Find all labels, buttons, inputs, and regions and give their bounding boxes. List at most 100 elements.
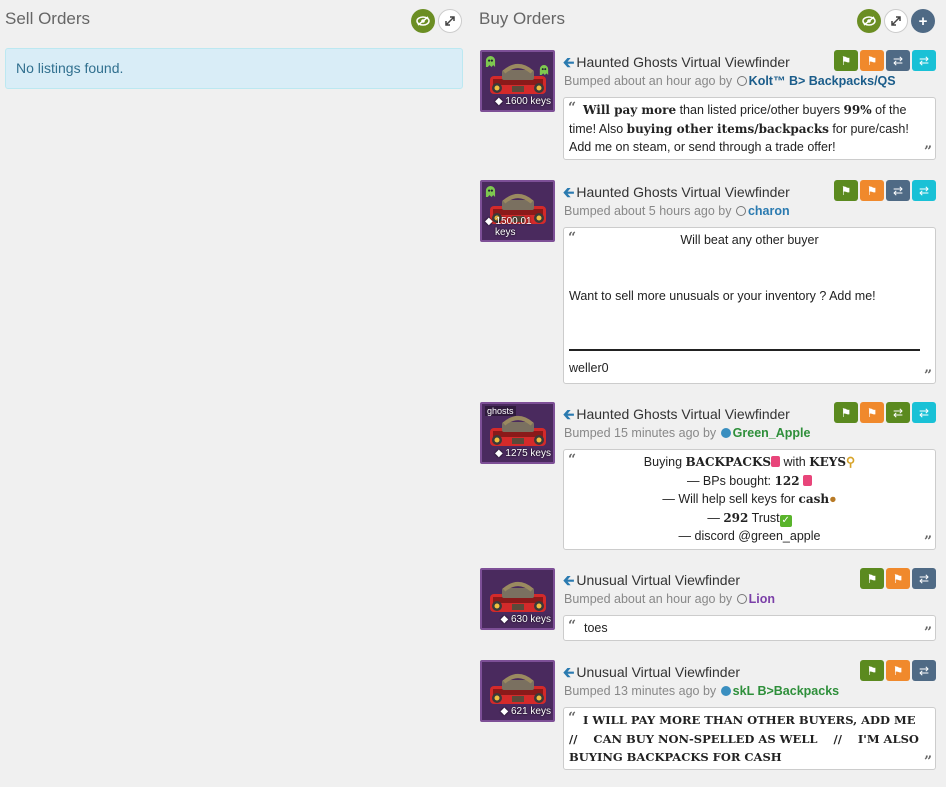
exchange-icon[interactable]: ⇄ xyxy=(886,402,910,423)
listing: ghosts ◆ 1275 keys 🡰 Haunted Ghosts Virtu… xyxy=(480,402,936,552)
quote-bold: 292 xyxy=(723,510,749,525)
tag-icon[interactable]: ⚑ xyxy=(860,660,884,681)
flag-icon[interactable]: ⚑ xyxy=(886,568,910,589)
user-link[interactable]: charon xyxy=(748,204,790,218)
tag-icon[interactable]: ⚑ xyxy=(834,402,858,423)
buy-orders-title: Buy Orders xyxy=(479,9,565,28)
listing-actions: ⚑ ⚑ ⇄ xyxy=(860,568,936,589)
quote-line: — BPs bought: 122 xyxy=(569,472,930,491)
flag-icon[interactable]: ⚑ xyxy=(860,180,884,201)
flag-icon[interactable]: ⚑ xyxy=(860,50,884,71)
price-label: 621 keys xyxy=(510,706,551,717)
eye-slash-icon[interactable] xyxy=(857,9,881,33)
arrow-left-icon: 🡰 xyxy=(563,664,575,680)
price-tag: ◆ 1500.01 keys xyxy=(485,216,532,238)
bump-info: Bumped 13 minutes ago by skL B>Backpacks xyxy=(564,684,839,698)
item-thumbnail[interactable]: ◆ 1500.01 keys xyxy=(480,180,555,242)
quote-bold: 122 xyxy=(774,473,800,488)
expand-icon[interactable] xyxy=(438,9,462,33)
tag-icon[interactable]: ⚑ xyxy=(834,180,858,201)
quote-close-icon: ” xyxy=(923,143,932,160)
item-name: Haunted Ghosts Virtual Viewfinder xyxy=(576,54,790,70)
quote-text-part: — Will help sell keys for xyxy=(662,492,799,506)
price-unit: keys xyxy=(495,227,516,238)
quote-text: I WILL PAY MORE THAN OTHER BUYERS, ADD M… xyxy=(569,713,932,764)
sell-header-buttons xyxy=(411,9,462,33)
bump-info: Bumped 15 minutes ago by Green_Apple xyxy=(564,426,810,440)
item-name: Unusual Virtual Viewfinder xyxy=(576,572,741,588)
quote-line: — 292 Trust ✓ xyxy=(569,509,930,528)
expand-icon[interactable] xyxy=(884,9,908,33)
exchange-icon[interactable]: ⇄ xyxy=(912,660,936,681)
item-title[interactable]: 🡰 Haunted Ghosts Virtual Viewfinder xyxy=(563,52,790,76)
flag-icon[interactable]: ⚑ xyxy=(860,402,884,423)
eye-slash-icon[interactable] xyxy=(411,9,435,33)
quote-text: Will pay more than listed price/other bu… xyxy=(569,101,930,157)
bump-text: Bumped about 5 hours ago by xyxy=(564,204,732,218)
item-title[interactable]: 🡰 Unusual Virtual Viewfinder xyxy=(563,570,740,594)
divider xyxy=(569,349,920,351)
price-label: 1600 keys xyxy=(505,96,551,107)
sell-orders-panel: Sell Orders No listings found. xyxy=(0,0,468,787)
quote-bold: 99% xyxy=(843,103,872,117)
arrow-left-icon: 🡰 xyxy=(563,572,575,588)
listing: ◆ 630 keys 🡰 Unusual Virtual Viewfinder ⚑… xyxy=(480,568,936,643)
user-link[interactable]: skL B>Backpacks xyxy=(733,684,839,698)
item-thumbnail[interactable]: ◆ 621 keys xyxy=(480,660,555,722)
quote-text-part: than listed price/other buyers xyxy=(676,103,844,117)
item-thumbnail[interactable]: ghosts ◆ 1275 keys xyxy=(480,402,555,464)
exchange-icon[interactable]: ⇄ xyxy=(886,180,910,201)
status-dot xyxy=(720,428,731,438)
backpack-emoji-icon xyxy=(803,474,813,486)
price-tag: ◆ 621 keys xyxy=(500,706,552,717)
item-name: Haunted Ghosts Virtual Viewfinder xyxy=(576,184,790,200)
quote-close-icon: ” xyxy=(923,533,932,550)
user-link[interactable]: Green_Apple xyxy=(733,426,811,440)
item-thumbnail[interactable]: ◆ 630 keys xyxy=(480,568,555,630)
bump-text: Bumped about an hour ago by xyxy=(564,74,733,88)
status-dot xyxy=(720,686,731,696)
listing-quote: “ Will pay more than listed price/other … xyxy=(563,97,936,160)
item-title[interactable]: 🡰 Haunted Ghosts Virtual Viewfinder xyxy=(563,404,790,428)
item-title[interactable]: 🡰 Unusual Virtual Viewfinder xyxy=(563,662,740,686)
quote-line: — Will help sell keys for cash● xyxy=(569,490,930,509)
user-link[interactable]: Kolt™ B> Backpacks/QS xyxy=(749,74,896,88)
offer-icon[interactable]: ⇄ xyxy=(912,180,936,201)
tag-icon[interactable]: ⚑ xyxy=(860,568,884,589)
offer-icon[interactable]: ⇄ xyxy=(912,50,936,71)
bump-info: Bumped about an hour ago by Kolt™ B> Bac… xyxy=(564,74,896,88)
exchange-icon[interactable]: ⇄ xyxy=(886,50,910,71)
check-emoji-icon: ✓ xyxy=(779,514,792,527)
status-dot xyxy=(736,76,747,86)
quote-open-icon: “ xyxy=(568,618,577,634)
exchange-icon[interactable]: ⇄ xyxy=(912,568,936,589)
plus-icon[interactable]: + xyxy=(911,9,935,33)
item-name: Unusual Virtual Viewfinder xyxy=(576,664,741,680)
flag-icon[interactable]: ⚑ xyxy=(886,660,910,681)
quote-bold: KEYS xyxy=(809,455,847,469)
viewfinder-image xyxy=(488,62,548,98)
listing-actions: ⚑ ⚑ ⇄ ⇄ xyxy=(834,402,936,423)
listing-quote: “ Buying BACKPACKS with KEYS⚲ — BPs boug… xyxy=(563,449,936,550)
bump-info: Bumped about an hour ago by Lion xyxy=(564,592,775,606)
quote-line: — discord @green_apple xyxy=(678,529,821,543)
listing-actions: ⚑ ⚑ ⇄ xyxy=(860,660,936,681)
listing-actions: ⚑ ⚑ ⇄ ⇄ xyxy=(834,50,936,71)
tag-icon[interactable]: ⚑ xyxy=(834,50,858,71)
arrow-left-icon: 🡰 xyxy=(563,184,575,200)
listing: ◆ 621 keys 🡰 Unusual Virtual Viewfinder ⚑… xyxy=(480,660,936,775)
quote-open-icon: “ xyxy=(568,230,577,246)
offer-icon[interactable]: ⇄ xyxy=(912,402,936,423)
quote-bold: Will pay more xyxy=(583,103,677,117)
quote-line: Want to sell more unusuals or your inven… xyxy=(569,288,876,303)
item-thumbnail[interactable]: ◆ 1600 keys xyxy=(480,50,555,112)
bump-text: Bumped about an hour ago by xyxy=(564,592,733,606)
quote-bold: cash xyxy=(798,492,830,506)
user-link[interactable]: Lion xyxy=(749,592,775,606)
quote-bold: BACKPACKS xyxy=(685,455,772,469)
item-title[interactable]: 🡰 Haunted Ghosts Virtual Viewfinder xyxy=(563,182,790,206)
viewfinder-image xyxy=(488,414,548,450)
key-emoji-icon: ⚲ xyxy=(846,455,856,469)
listing: ◆ 1500.01 keys 🡰 Haunted Ghosts Virtual Vi… xyxy=(480,180,936,385)
quote-close-icon: ” xyxy=(923,624,932,641)
